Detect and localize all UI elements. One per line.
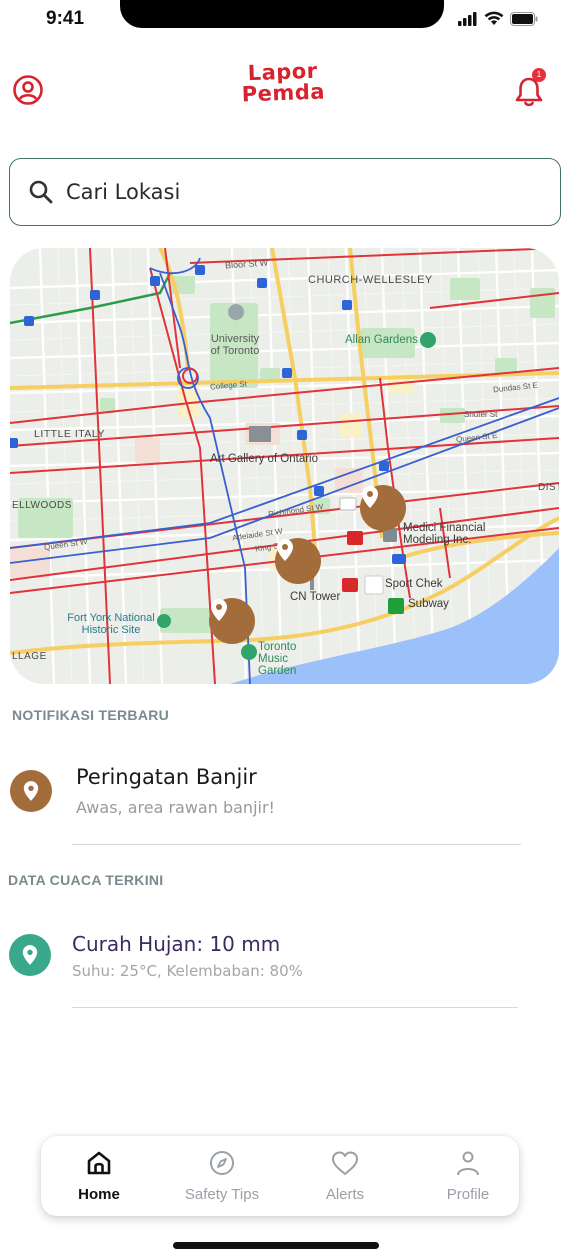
map-label-shuter: Shuter St [464, 410, 498, 419]
map-pin-icon [362, 486, 378, 508]
nav-alerts[interactable]: Alerts [290, 1146, 400, 1210]
bottom-navigation: Home Safety Tips Alerts Profile [41, 1136, 519, 1216]
home-indicator [173, 1242, 379, 1249]
map-label-art-gallery: Art Gallery of Ontario [210, 453, 319, 465]
app-header: Lapor Pemda 1 [0, 58, 562, 122]
search-input[interactable]: Cari Lokasi [9, 158, 561, 226]
nav-safety-tips[interactable]: Safety Tips [167, 1146, 277, 1210]
notification-item[interactable]: Peringatan Banjir Awas, area rawan banji… [0, 760, 562, 850]
map-label-fort-york: Fort York National Historic Site [67, 612, 155, 636]
logo-line-2: Pemda [241, 79, 326, 107]
device-notch [120, 0, 444, 28]
map-pin-icon [22, 945, 38, 965]
nav-safety-icon-wrap [208, 1146, 236, 1180]
divider [72, 844, 521, 845]
compass-icon [210, 1151, 234, 1175]
nav-alerts-icon-wrap [330, 1146, 360, 1180]
nav-alerts-label: Alerts [325, 1186, 365, 1203]
map-label-church-wellesley: CHURCH-WELLESLEY [308, 274, 433, 286]
map-label-university: University of Toronto [210, 333, 260, 357]
status-icons [458, 11, 538, 26]
map-pin-1[interactable] [360, 485, 406, 531]
nav-profile-label: Profile [446, 1186, 490, 1203]
nav-profile[interactable]: Profile [413, 1146, 523, 1210]
map-label-cn-tower: CN Tower [290, 591, 341, 603]
home-icon [87, 1151, 111, 1175]
user-circle-icon [13, 75, 43, 105]
search-icon [29, 180, 53, 204]
nav-safety-tips-label: Safety Tips [184, 1186, 260, 1203]
map-pin-2[interactable] [275, 538, 321, 584]
notification-badge: 1 [532, 68, 546, 82]
weather-section-title: DATA CUACA TERKINI [8, 872, 164, 888]
weather-icon-circle [9, 934, 51, 976]
wifi-icon [484, 11, 504, 25]
map-label-ellwoods: ELLWOODS [12, 500, 72, 511]
battery-icon [510, 11, 538, 26]
search-placeholder: Cari Lokasi [66, 180, 181, 204]
status-time: 9:41 [46, 8, 85, 29]
status-bar: 9:41 [0, 0, 562, 44]
map-label-subway: Subway [408, 598, 449, 610]
map-label-music-garden: Toronto Music Garden [258, 641, 297, 677]
notifications-button[interactable]: 1 [510, 68, 550, 110]
heart-icon [332, 1151, 358, 1175]
divider [72, 1007, 518, 1008]
map-label-village: LLAGE [12, 651, 47, 662]
notifications-section-title: NOTIFIKASI TERBARU [12, 707, 170, 723]
map-pin-icon [211, 599, 227, 621]
nav-profile-icon-wrap [454, 1146, 482, 1180]
map-label-allan-gardens: Allan Gardens [345, 334, 418, 346]
map-label-dist: DIST [538, 482, 559, 493]
map-view[interactable]: Bloor St W CHURCH-WELLESLEY University o… [10, 248, 559, 684]
map-label-sport-chek: Sport Chek [385, 578, 443, 590]
profile-button[interactable] [10, 72, 46, 108]
notification-title: Peringatan Banjir [76, 765, 257, 789]
notification-subtitle: Awas, area rawan banjir! [76, 798, 275, 817]
signal-icon [458, 11, 477, 26]
weather-item[interactable]: Curah Hujan: 10 mm Suhu: 25°C, Kelembaba… [0, 925, 562, 1005]
nav-home[interactable]: Home [44, 1146, 154, 1210]
nav-home-icon-wrap [85, 1146, 113, 1180]
weather-subtitle: Suhu: 25°C, Kelembaban: 80% [72, 962, 303, 980]
notification-icon-circle [10, 770, 52, 812]
nav-home-label: Home [78, 1186, 120, 1203]
app-logo: Lapor Pemda [227, 59, 338, 107]
weather-title: Curah Hujan: 10 mm [72, 932, 281, 956]
map-label-little-italy: LITTLE ITALY [34, 428, 105, 440]
user-icon [457, 1151, 479, 1176]
map-pin-3[interactable] [209, 598, 255, 644]
map-label-medici: Medici Financial Modeling Inc. [403, 522, 486, 546]
map-pin-icon [277, 539, 293, 561]
map-pin-icon [23, 781, 39, 801]
